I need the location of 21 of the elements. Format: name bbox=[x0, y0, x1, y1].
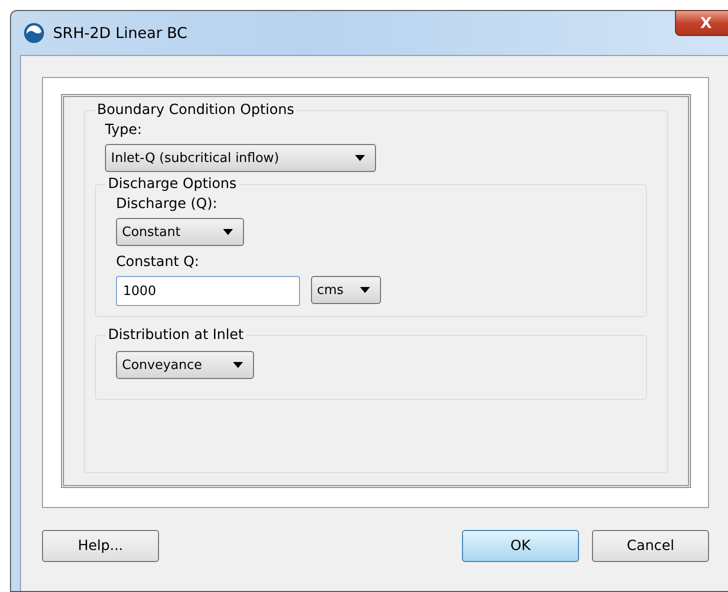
water-logo-icon bbox=[23, 22, 45, 44]
dialog-button[interactable]: Cancel bbox=[592, 530, 709, 562]
caret-icon bbox=[233, 362, 243, 368]
group-title: Boundary Condition Options bbox=[96, 102, 296, 118]
group-title: Distribution at Inlet bbox=[107, 327, 245, 343]
discharge-dropdown[interactable]: Constant bbox=[116, 218, 244, 246]
group-title: Discharge Options bbox=[107, 176, 238, 192]
caret-icon bbox=[355, 155, 365, 161]
discharge-input-field[interactable]: 1000 bbox=[116, 276, 300, 306]
distribution-dropdown[interactable]: Conveyance bbox=[116, 351, 254, 379]
close-button[interactable]: X bbox=[675, 10, 728, 36]
unit-dropdown[interactable]: cms bbox=[311, 276, 381, 304]
caret-icon bbox=[360, 287, 370, 293]
caret-icon bbox=[223, 229, 233, 235]
field-label: Constant Q: bbox=[116, 254, 200, 270]
type-dropdown[interactable]: Inlet-Q (subcritical inflow) bbox=[105, 144, 376, 172]
window-title: SRH-2D Linear BC bbox=[53, 24, 188, 42]
field-label: Type: bbox=[105, 122, 143, 138]
field-label: Discharge (Q): bbox=[116, 196, 218, 212]
dialog-button[interactable]: OK bbox=[462, 530, 579, 562]
dialog-button[interactable]: Help... bbox=[42, 530, 159, 562]
